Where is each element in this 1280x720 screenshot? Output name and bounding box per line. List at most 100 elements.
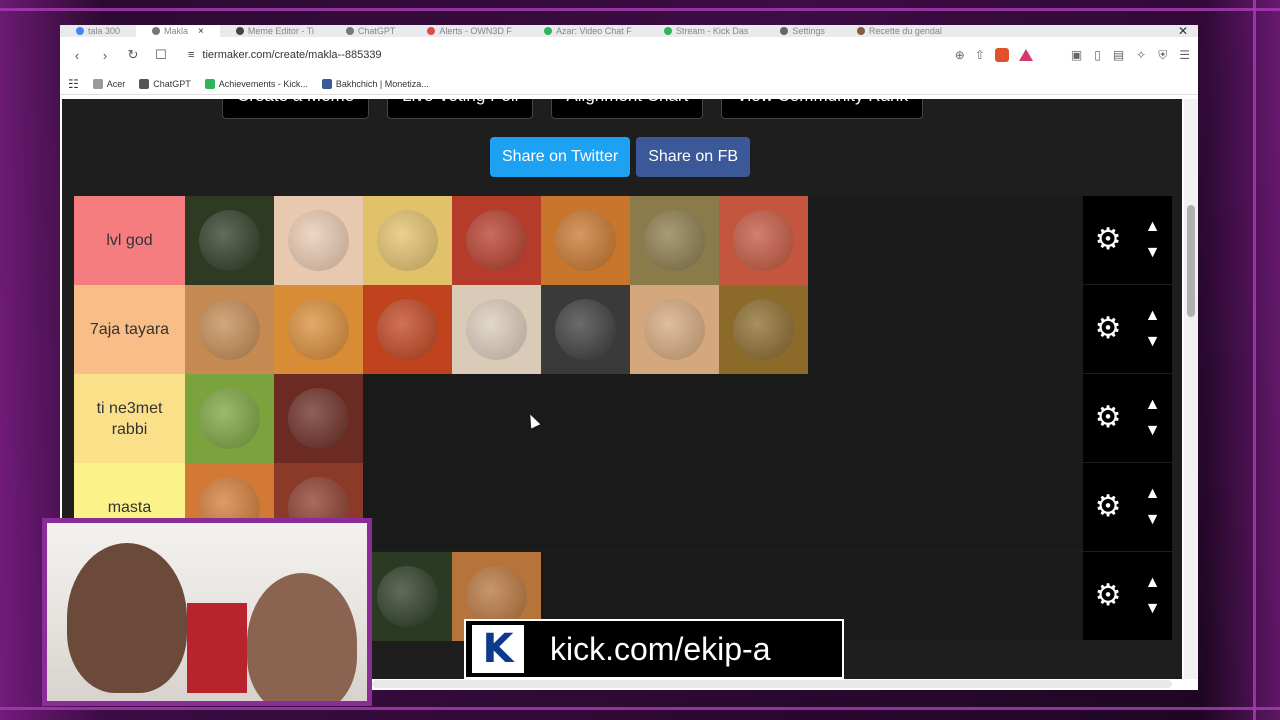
tab-label: Makla bbox=[164, 26, 189, 36]
tab-label: Azar: Video Chat F bbox=[555, 26, 632, 36]
bookmark-icon[interactable]: ☐ bbox=[152, 46, 170, 64]
share-fb-button[interactable]: Share on FB bbox=[636, 137, 751, 177]
food-image[interactable] bbox=[363, 196, 452, 285]
sidebar-icon[interactable]: ▯ bbox=[1094, 48, 1101, 63]
scrollbar-thumb[interactable] bbox=[1187, 205, 1195, 317]
browser-tab[interactable]: tala 300 bbox=[60, 25, 136, 37]
tier-items[interactable] bbox=[185, 374, 1083, 463]
browser-tab[interactable]: Settings bbox=[764, 25, 841, 37]
chevron-down-icon[interactable]: ▼ bbox=[1145, 601, 1161, 617]
horizontal-scrollbar[interactable] bbox=[372, 680, 1172, 688]
food-image[interactable] bbox=[185, 196, 274, 285]
chevron-down-icon[interactable]: ▼ bbox=[1145, 245, 1161, 261]
food-image[interactable] bbox=[363, 552, 452, 641]
food-image[interactable] bbox=[274, 196, 363, 285]
extensions-icon[interactable]: ▣ bbox=[1071, 48, 1082, 63]
browser-tab[interactable]: Stream - Kick Das bbox=[648, 25, 765, 37]
browser-tab[interactable]: Recette du gendal bbox=[841, 25, 958, 37]
kick-channel-banner: K kick.com/ekip-a bbox=[464, 619, 844, 679]
chevron-up-icon[interactable]: ▲ bbox=[1145, 219, 1161, 235]
top-buttons: Create a Meme Live Voting Poll Alignment… bbox=[222, 99, 923, 119]
chevron-up-icon[interactable]: ▲ bbox=[1145, 486, 1161, 502]
address-bar[interactable]: ≡ tiermaker.com/create/makla--885339 ⊕ ⇧ bbox=[180, 43, 1041, 67]
chevron-up-icon[interactable]: ▲ bbox=[1145, 575, 1161, 591]
share-row: Share on Twitter Share on FB bbox=[490, 137, 751, 177]
bookmark-label: Achievements - Kick... bbox=[218, 78, 308, 89]
brave-rewards-icon[interactable] bbox=[1018, 49, 1033, 61]
tab-favicon-icon bbox=[427, 27, 436, 35]
tier-label[interactable]: lvl god bbox=[74, 196, 185, 285]
gear-icon[interactable]: ⚙ bbox=[1095, 492, 1122, 522]
food-image[interactable] bbox=[630, 196, 719, 285]
streamer-left bbox=[67, 543, 187, 693]
food-image[interactable] bbox=[719, 196, 808, 285]
back-icon[interactable]: ‹ bbox=[68, 46, 86, 64]
gear-icon[interactable]: ⚙ bbox=[1095, 314, 1122, 344]
food-image[interactable] bbox=[185, 374, 274, 463]
bookmark-icon bbox=[321, 78, 332, 89]
tab-close-icon[interactable]: × bbox=[198, 26, 204, 37]
browser-tab[interactable]: Alerts - OWN3D F bbox=[411, 25, 528, 37]
food-image[interactable] bbox=[274, 374, 363, 463]
tier-controls: ⚙ ▲ ▼ bbox=[1083, 285, 1172, 373]
browser-tab[interactable]: Azar: Video Chat F bbox=[528, 25, 648, 37]
chevron-down-icon[interactable]: ▼ bbox=[1145, 512, 1161, 528]
food-image[interactable] bbox=[185, 285, 274, 374]
wallet-icon[interactable]: ▤ bbox=[1113, 48, 1124, 63]
bookmark-item[interactable]: Acer bbox=[92, 78, 126, 89]
brave-shield-icon[interactable] bbox=[994, 48, 1009, 62]
tab-bar: tala 300 Makla × Meme Editor - Ti ChatGPT Ale… bbox=[60, 25, 1198, 37]
zoom-icon[interactable]: ⊕ bbox=[955, 48, 965, 62]
window-close-icon[interactable]: ✕ bbox=[1178, 25, 1198, 37]
forward-icon[interactable]: › bbox=[96, 46, 114, 64]
site-info-icon[interactable]: ≡ bbox=[188, 49, 194, 61]
tier-label[interactable]: ti ne3met rabbi bbox=[74, 374, 185, 463]
tier-label[interactable]: 7aja tayara bbox=[74, 285, 185, 374]
food-image[interactable] bbox=[452, 196, 541, 285]
leo-ai-icon[interactable]: ✧ bbox=[1136, 48, 1146, 63]
food-image[interactable] bbox=[541, 196, 630, 285]
tab-favicon-icon bbox=[235, 27, 244, 35]
bookmark-item[interactable]: ChatGPT bbox=[139, 78, 191, 89]
gear-icon[interactable]: ⚙ bbox=[1095, 403, 1122, 433]
gear-icon[interactable]: ⚙ bbox=[1095, 581, 1122, 611]
chevron-up-icon[interactable]: ▲ bbox=[1145, 397, 1161, 413]
chevron-down-icon[interactable]: ▼ bbox=[1145, 334, 1161, 350]
bookmark-item[interactable]: Achievements - Kick... bbox=[204, 78, 308, 89]
food-image[interactable] bbox=[452, 285, 541, 374]
tab-favicon-icon bbox=[780, 27, 789, 35]
browser-tab[interactable]: ChatGPT bbox=[330, 25, 412, 37]
food-image[interactable] bbox=[274, 285, 363, 374]
tier-row: ti ne3met rabbi ⚙ ▲ ▼ bbox=[74, 374, 1172, 463]
menu-icon[interactable]: ☰ bbox=[1179, 48, 1190, 63]
bookmark-label: Acer bbox=[106, 78, 126, 89]
food-image[interactable] bbox=[630, 285, 719, 374]
url-text[interactable]: tiermaker.com/create/makla--885339 bbox=[202, 49, 946, 61]
alignment-chart-button[interactable]: Alignment Chart bbox=[551, 99, 704, 119]
share-twitter-button[interactable]: Share on Twitter bbox=[490, 137, 631, 177]
chevron-up-icon[interactable]: ▲ bbox=[1145, 308, 1161, 324]
bookmark-item[interactable]: Bakhchich | Monetiza... bbox=[321, 78, 429, 89]
chevron-down-icon[interactable]: ▼ bbox=[1145, 423, 1161, 439]
reload-icon[interactable]: ↻ bbox=[124, 46, 142, 64]
food-image[interactable] bbox=[719, 285, 808, 374]
create-meme-button[interactable]: Create a Meme bbox=[222, 99, 370, 119]
tab-label: tala 300 bbox=[88, 26, 121, 36]
vertical-scrollbar[interactable] bbox=[1184, 99, 1198, 679]
bookmark-label: ChatGPT bbox=[153, 78, 191, 89]
view-community-rank-button[interactable]: View Community Rank bbox=[721, 99, 923, 119]
vpn-icon[interactable]: ⛨ bbox=[1158, 48, 1167, 63]
browser-tab[interactable]: Makla × bbox=[136, 25, 220, 37]
tier-items[interactable] bbox=[185, 285, 1083, 374]
tier-items[interactable] bbox=[185, 196, 1083, 285]
browser-tab[interactable]: Meme Editor - Ti bbox=[220, 25, 330, 37]
live-voting-poll-button[interactable]: Live Voting Poll bbox=[387, 99, 534, 119]
food-image[interactable] bbox=[363, 285, 452, 374]
kick-url-text: kick.com/ekip-a bbox=[550, 630, 771, 667]
gear-icon[interactable]: ⚙ bbox=[1095, 225, 1122, 255]
share-icon[interactable]: ⇧ bbox=[975, 48, 985, 62]
tier-arrows: ▲ ▼ bbox=[1145, 308, 1161, 350]
bookmark-icon bbox=[204, 78, 215, 89]
food-image[interactable] bbox=[541, 285, 630, 374]
apps-grid-icon[interactable]: ☷ bbox=[68, 77, 79, 91]
